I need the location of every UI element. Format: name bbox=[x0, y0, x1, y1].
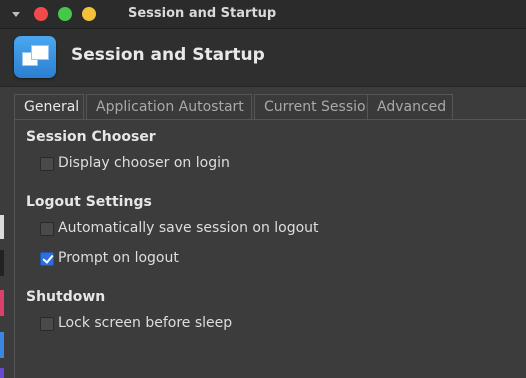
dock-item[interactable] bbox=[0, 332, 4, 358]
page-title: Session and Startup bbox=[71, 45, 265, 65]
close-button[interactable] bbox=[34, 7, 48, 21]
tab-advanced[interactable]: Advanced bbox=[367, 94, 453, 119]
maximize-button[interactable] bbox=[58, 7, 72, 21]
section-title-session-chooser: Session Chooser bbox=[26, 129, 156, 145]
lock-screen-label: Lock screen before sleep bbox=[58, 315, 233, 331]
tab-current-session[interactable]: Current Session bbox=[254, 94, 375, 119]
title-bar: Session and Startup bbox=[0, 0, 526, 29]
prompt-on-logout-label: Prompt on logout bbox=[58, 250, 179, 266]
minimize-button[interactable] bbox=[82, 7, 96, 21]
session-windows-icon bbox=[14, 36, 56, 78]
prompt-on-logout-checkbox[interactable] bbox=[40, 252, 54, 266]
dock-item[interactable] bbox=[0, 215, 4, 239]
auto-save-session-label: Automatically save session on logout bbox=[58, 220, 319, 236]
tab-general[interactable]: General bbox=[14, 94, 84, 120]
dock-item[interactable] bbox=[0, 290, 4, 316]
auto-save-session-checkbox[interactable] bbox=[40, 222, 54, 236]
tab-application-autostart[interactable]: Application Autostart bbox=[86, 94, 252, 119]
window-menu-icon[interactable] bbox=[12, 12, 20, 17]
dock-item[interactable] bbox=[0, 250, 4, 276]
dock-item[interactable] bbox=[0, 368, 4, 378]
section-title-logout-settings: Logout Settings bbox=[26, 194, 152, 210]
section-title-shutdown: Shutdown bbox=[26, 289, 106, 305]
display-chooser-checkbox[interactable] bbox=[40, 157, 54, 171]
window-shape-front bbox=[31, 45, 49, 60]
header: Session and Startup bbox=[0, 29, 526, 87]
display-chooser-label: Display chooser on login bbox=[58, 155, 230, 171]
lock-screen-checkbox[interactable] bbox=[40, 317, 54, 331]
window-title: Session and Startup bbox=[128, 6, 277, 21]
session-startup-window: Session and Startup Session and Startup … bbox=[0, 0, 526, 378]
